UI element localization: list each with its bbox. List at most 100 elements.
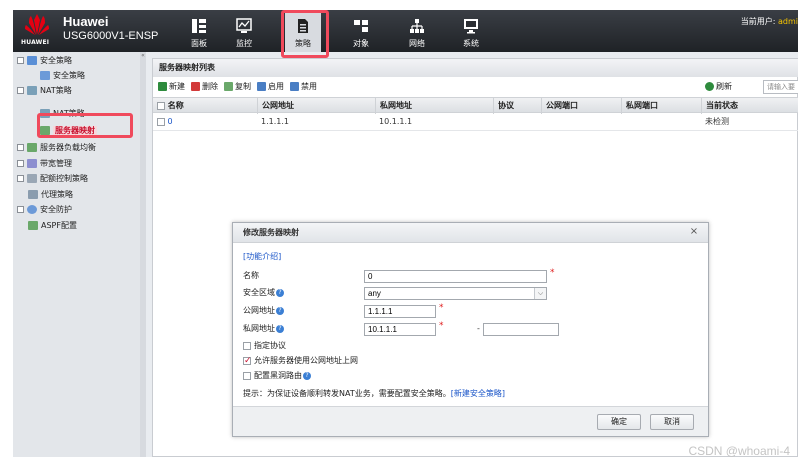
panel-title: 服务器映射列表 xyxy=(153,59,798,77)
cell-public-ip: 1.1.1.1 xyxy=(261,117,289,126)
collapse-toggle-icon[interactable] xyxy=(17,175,24,182)
current-user-name[interactable]: admi xyxy=(778,17,798,26)
private-ip-end-input[interactable] xyxy=(483,323,559,336)
sidebar-item-server-lb[interactable]: 服务器负载均衡 xyxy=(17,141,96,155)
nav-label: 对象 xyxy=(353,39,369,48)
range-dash: - xyxy=(477,324,480,333)
checkbox-box[interactable] xyxy=(243,371,251,380)
row-name-link[interactable]: 0 xyxy=(168,117,173,126)
disable-button[interactable]: 禁用 xyxy=(290,81,317,93)
help-icon[interactable]: ? xyxy=(276,306,284,315)
collapse-left-icon[interactable]: « xyxy=(140,52,146,60)
dashboard-icon xyxy=(192,19,206,33)
required-mark: * xyxy=(439,303,444,313)
nav-object[interactable]: 对象 xyxy=(343,10,379,52)
col-private-ip[interactable]: 私网地址 xyxy=(375,98,493,114)
col-name[interactable]: 名称 xyxy=(153,98,257,114)
brand-name: Huawei xyxy=(63,14,109,29)
collapse-toggle-icon[interactable] xyxy=(17,144,24,151)
cancel-button[interactable]: 取消 xyxy=(650,414,694,430)
col-public-port[interactable]: 公网端口 xyxy=(541,98,621,114)
sidebar-item-label: 代理策略 xyxy=(41,190,73,199)
checkbox-box[interactable] xyxy=(243,341,251,350)
zone-select[interactable]: any ⌵ xyxy=(364,287,547,300)
proxy-icon xyxy=(28,190,38,199)
current-user-label: 当前用户: xyxy=(740,17,778,26)
close-icon[interactable]: × xyxy=(688,226,700,238)
cell-protocol xyxy=(493,113,541,131)
sidebar-item-protection[interactable]: 安全防护 xyxy=(17,203,72,217)
checkbox-box-checked[interactable] xyxy=(243,355,252,367)
cell-private-ip: 10.1.1.1 xyxy=(379,117,413,126)
disable-icon xyxy=(290,82,299,91)
sidebar-item-quota[interactable]: 配额控制策略 xyxy=(17,172,88,186)
help-icon[interactable]: ? xyxy=(276,324,284,333)
huawei-flower-icon xyxy=(25,14,49,35)
nav-highlight-box xyxy=(281,10,329,58)
sidebar-item-security-policy-child[interactable]: 安全策略 xyxy=(40,69,85,83)
policy-icon xyxy=(40,71,50,80)
sidebar-item-security-policy[interactable]: 安全策略 xyxy=(17,54,72,68)
collapse-toggle-icon[interactable] xyxy=(17,57,24,64)
private-ip-label-text: 私网地址 xyxy=(243,324,275,333)
col-status[interactable]: 当前状态 xyxy=(701,98,798,114)
allow-public-label: 允许服务器使用公网地址上网 xyxy=(254,356,358,365)
sidebar-item-bandwidth[interactable]: 带宽管理 xyxy=(17,157,72,171)
specify-protocol-label: 指定协议 xyxy=(254,341,286,350)
nav-system[interactable]: 系统 xyxy=(453,10,489,52)
chevron-down-icon[interactable]: ⌵ xyxy=(534,288,546,299)
nav-network[interactable]: 网络 xyxy=(399,10,435,52)
zone-label: 安全区域? xyxy=(243,286,284,300)
select-all-checkbox[interactable] xyxy=(157,101,165,110)
help-icon[interactable]: ? xyxy=(276,288,284,297)
enable-button[interactable]: 启用 xyxy=(257,81,284,93)
help-icon[interactable]: ? xyxy=(303,371,311,380)
blackhole-route-checkbox[interactable]: 配置黑洞路由? xyxy=(243,370,311,382)
cell-name[interactable]: 0 xyxy=(153,113,257,131)
row-checkbox[interactable] xyxy=(157,117,165,126)
copy-button[interactable]: 复制 xyxy=(224,81,251,93)
refresh-button[interactable]: 刷新 xyxy=(705,81,732,93)
col-private-port[interactable]: 私网端口 xyxy=(621,98,701,114)
new-security-policy-link[interactable]: [新建安全策略] xyxy=(451,389,505,398)
col-protocol[interactable]: 协议 xyxy=(493,98,541,114)
network-icon xyxy=(410,19,424,33)
nav-label: 系统 xyxy=(463,39,479,48)
toolbar: 新建 删除 复制 启用 禁用 刷新 请输入要 xyxy=(153,77,798,97)
new-button[interactable]: 新建 xyxy=(158,81,185,93)
plus-icon xyxy=(158,82,167,91)
sidebar-highlight-box xyxy=(37,113,133,138)
search-input[interactable]: 请输入要 xyxy=(763,80,798,94)
aspf-icon xyxy=(28,221,38,230)
enable-label: 启用 xyxy=(268,82,284,91)
delete-button[interactable]: 删除 xyxy=(191,81,218,93)
copy-icon xyxy=(224,82,233,91)
shield-icon xyxy=(27,205,37,214)
sidebar-scrollbar[interactable]: « xyxy=(140,52,146,457)
public-ip-input[interactable]: 1.1.1.1 xyxy=(364,305,436,318)
col-public-ip[interactable]: 公网地址 xyxy=(257,98,375,114)
sidebar-item-label: NAT策略 xyxy=(40,86,72,95)
nav-dashboard[interactable]: 面板 xyxy=(181,10,217,52)
sidebar-item-aspf[interactable]: ASPF配置 xyxy=(28,219,77,233)
feature-intro-link[interactable]: [功能介绍] xyxy=(243,251,281,262)
specify-protocol-checkbox[interactable]: 指定协议 xyxy=(243,340,286,352)
nat-icon xyxy=(27,86,37,95)
name-input[interactable]: 0 xyxy=(364,270,547,283)
collapse-toggle-icon[interactable] xyxy=(17,87,24,94)
private-ip-input[interactable]: 10.1.1.1 xyxy=(364,323,436,336)
private-ip-label: 私网地址? xyxy=(243,322,284,336)
nav-monitor[interactable]: 监控 xyxy=(226,10,262,52)
table-row[interactable]: 0 1.1.1.1 10.1.1.1 未检测 xyxy=(153,113,798,131)
collapse-toggle-icon[interactable] xyxy=(17,206,24,213)
top-header: HUAWEI Huawei USG6000V1-ENSP 面板 监控 策略 对象 xyxy=(13,10,798,52)
allow-public-checkbox[interactable]: 允许服务器使用公网地址上网 xyxy=(243,355,358,367)
sidebar-item-proxy[interactable]: 代理策略 xyxy=(28,188,73,202)
public-ip-label-text: 公网地址 xyxy=(243,306,275,315)
sidebar-item-label: 服务器负载均衡 xyxy=(40,143,96,152)
delete-x-icon xyxy=(191,82,200,91)
huawei-logo: HUAWEI xyxy=(19,14,55,48)
ok-button[interactable]: 确定 xyxy=(597,414,641,430)
sidebar-item-nat-policy[interactable]: NAT策略 xyxy=(17,84,72,98)
collapse-toggle-icon[interactable] xyxy=(17,160,24,167)
